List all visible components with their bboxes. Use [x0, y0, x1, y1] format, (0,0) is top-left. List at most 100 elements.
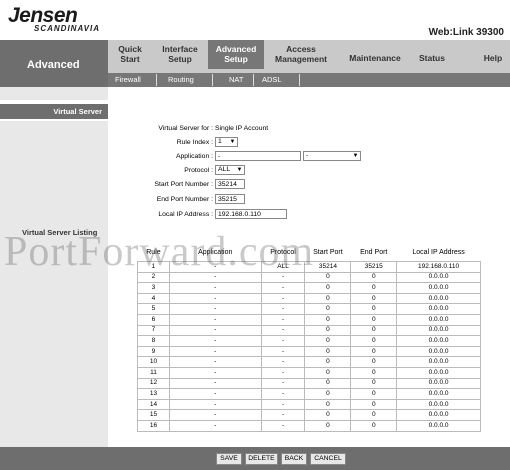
table-cell: 0 — [304, 419, 352, 432]
col-protocol: Protocol — [261, 243, 305, 262]
table-cell: 0.0.0.0 — [396, 366, 481, 379]
table-cell: - — [168, 388, 262, 400]
table-cell: - — [260, 398, 306, 411]
application-select-value: - — [306, 152, 309, 159]
rule-index-select[interactable]: 1 ▼ — [215, 137, 238, 147]
save-button[interactable]: SAVE — [216, 453, 242, 465]
nav-status-label: Status — [419, 53, 445, 63]
col-start-port: Start Port — [304, 243, 351, 262]
chevron-down-icon: ▼ — [236, 167, 243, 173]
application-field[interactable]: - — [215, 151, 301, 161]
nav-quick-start[interactable]: Quick Start — [112, 44, 148, 64]
table-cell: 0 — [350, 409, 398, 421]
table-row: 12- -0 0 0.0.0.0 — [137, 377, 481, 390]
jensen-logo: Jensen SCANDINAVIA — [8, 5, 100, 33]
table-cell: - — [260, 335, 306, 347]
table-cell: 0 — [350, 271, 398, 284]
subnav-separator — [253, 74, 254, 86]
cancel-button[interactable]: CANCEL — [310, 453, 346, 465]
start-port-label: Start Port Number : — [154, 181, 213, 188]
table-cell: - — [260, 388, 306, 400]
nav-access-management-line1: Access — [286, 44, 316, 54]
subnav-nat[interactable]: NAT — [229, 75, 243, 84]
logo-sub-text: SCANDINAVIA — [34, 24, 100, 33]
table-cell: 0 — [350, 335, 398, 347]
virtual-server-for-value: Single IP Account — [215, 125, 269, 132]
table-cell: - — [260, 282, 306, 294]
col-end-port: End Port — [350, 243, 397, 262]
table-cell: 0 — [350, 377, 398, 390]
table-cell: - — [168, 398, 262, 411]
section-title: Virtual Server — [0, 104, 108, 119]
subnav-firewall[interactable]: Firewall — [115, 75, 141, 84]
table-cell: 0 — [350, 356, 398, 368]
table-cell: 12 — [137, 377, 170, 390]
table-cell: 0.0.0.0 — [396, 271, 481, 284]
table-row: 4- -0 0 0.0.0.0 — [137, 292, 481, 305]
table-cell: 7 — [137, 324, 170, 337]
local-ip-label: Local IP Address : — [158, 211, 213, 218]
table-cell: - — [168, 261, 262, 273]
col-local-ip: Local IP Address — [396, 243, 481, 262]
table-cell: 0.0.0.0 — [396, 398, 481, 411]
application-select[interactable]: - ▼ — [303, 151, 361, 161]
table-cell: 35215 — [350, 261, 398, 273]
top-bar: Jensen SCANDINAVIA Web:Link 39300 — [0, 0, 510, 40]
local-ip-field[interactable]: 192.168.0.110 — [215, 209, 287, 219]
table-cell: 0 — [304, 292, 352, 305]
table-cell: - — [168, 313, 262, 326]
table-cell: 3 — [137, 282, 170, 294]
nav-help[interactable]: Help — [478, 53, 508, 63]
table-cell: 5 — [137, 303, 170, 315]
subnav-adsl[interactable]: ADSL — [262, 75, 282, 84]
table-cell: - — [168, 356, 262, 368]
table-cell: - — [260, 271, 306, 284]
nav-maintenance-label: Maintenance — [349, 53, 401, 63]
table-row: 2- -0 0 0.0.0.0 — [137, 271, 481, 284]
model-name: Web:Link 39300 — [428, 27, 504, 38]
nav-access-management[interactable]: Access Management — [270, 44, 332, 64]
protocol-select[interactable]: ALL ▼ — [215, 165, 245, 175]
table-cell: 2 — [137, 271, 170, 284]
table-row: 5- -0 0 0.0.0.0 — [137, 303, 481, 315]
nav-section-text: Advanced — [27, 59, 80, 71]
table-cell: 0.0.0.0 — [396, 356, 481, 368]
table-cell: 4 — [137, 292, 170, 305]
table-cell: 0 — [350, 303, 398, 315]
nav-maintenance[interactable]: Maintenance — [344, 53, 406, 63]
nav-quick-start-line1: Quick — [118, 44, 142, 54]
nav-advanced-setup[interactable]: Advanced Setup — [208, 40, 264, 69]
table-cell: - — [260, 366, 306, 379]
nav-advanced-setup-line1: Advanced — [215, 44, 257, 54]
table-cell: 0 — [304, 345, 352, 358]
table-cell: 0 — [350, 366, 398, 379]
table-cell: 0 — [304, 366, 352, 379]
end-port-field[interactable]: 35215 — [215, 194, 245, 204]
table-cell: 0.0.0.0 — [396, 313, 481, 326]
table-cell: 14 — [137, 398, 170, 411]
nav-interface-setup-line1: Interface — [162, 44, 198, 54]
nav-status[interactable]: Status — [414, 53, 450, 63]
table-cell: - — [168, 419, 262, 432]
table-cell: 0.0.0.0 — [396, 335, 481, 347]
table-row: 1- ALL 35214 35215 192.168.0.110 — [137, 261, 481, 273]
nav-advanced-setup-line2: Setup — [224, 54, 248, 64]
nav-section-label: Advanced — [0, 40, 108, 87]
subnav-routing[interactable]: Routing — [168, 75, 194, 84]
table-cell: 16 — [137, 419, 170, 432]
table-cell: 0.0.0.0 — [396, 345, 481, 358]
delete-button[interactable]: DELETE — [245, 453, 278, 465]
table-cell: - — [260, 324, 306, 337]
table-row: 3- -0 0 0.0.0.0 — [137, 282, 481, 294]
nav-interface-setup[interactable]: Interface Setup — [157, 44, 203, 64]
table-cell: 10 — [137, 356, 170, 368]
col-rule: Rule — [137, 243, 170, 262]
table-cell: 1 — [137, 261, 170, 273]
table-cell: 0.0.0.0 — [396, 419, 481, 432]
table-cell: 0 — [304, 282, 352, 294]
table-cell: 0 — [350, 313, 398, 326]
table-row: 11- -0 0 0.0.0.0 — [137, 366, 481, 379]
back-button[interactable]: BACK — [281, 453, 307, 465]
start-port-field[interactable]: 35214 — [215, 179, 245, 189]
table-cell: 0.0.0.0 — [396, 388, 481, 400]
